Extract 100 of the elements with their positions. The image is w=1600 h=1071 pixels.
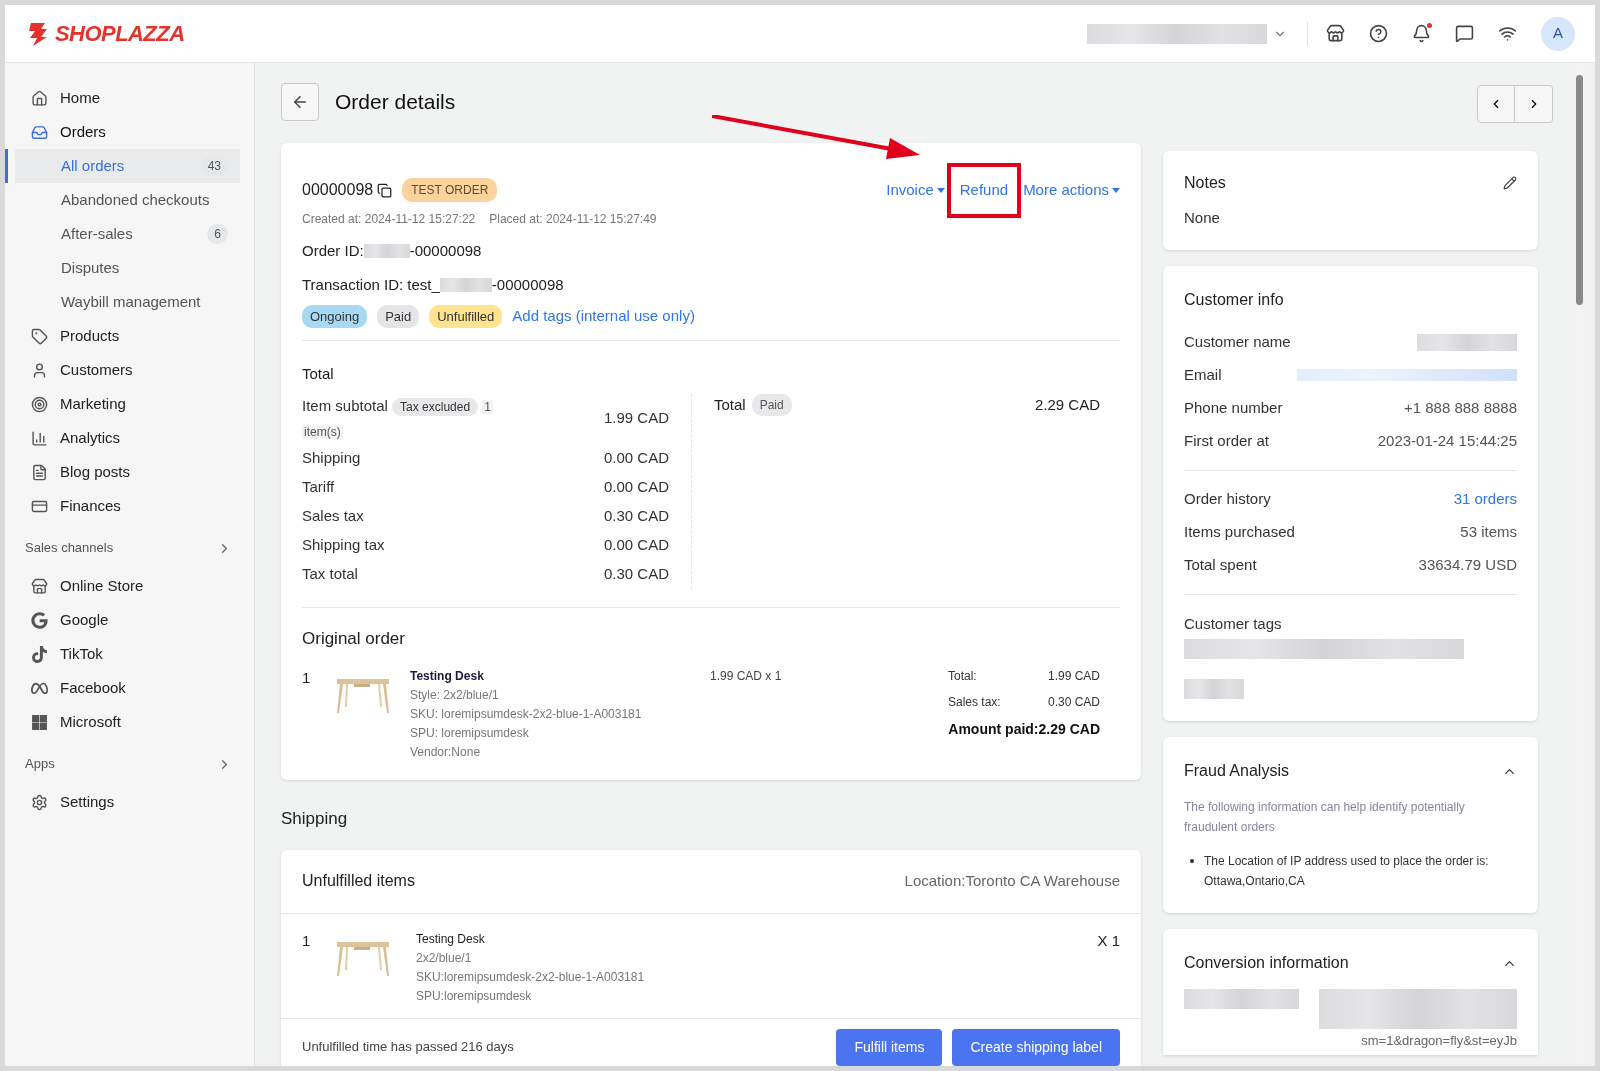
section-title: Original order: [302, 627, 406, 650]
action-button[interactable]: Fulfill items: [836, 1028, 943, 1066]
nav-item[interactable]: Customers: [5, 353, 254, 387]
card-title: Conversion information: [1184, 953, 1349, 973]
nav-item[interactable]: Orders: [5, 115, 254, 149]
field-label: Total spent: [1184, 554, 1257, 575]
fraud-detail: The Location of IP address used to place the order is: Ottawa,Ontario,CA: [1204, 853, 1490, 890]
item-quantity: 1: [302, 930, 312, 951]
card-title: Notes: [1184, 173, 1226, 193]
row-label: Tax total: [302, 563, 358, 584]
card-title: Fraud Analysis: [1184, 761, 1289, 781]
nav-subitem[interactable]: After-sales: [15, 222, 208, 246]
copy-icon[interactable]: [377, 182, 393, 198]
product-detail: SPU:loremipsumdesk: [416, 987, 533, 1005]
redacted-block: [1184, 679, 1244, 699]
order-number: 00000098: [302, 180, 374, 201]
action-link[interactable]: More actions: [1023, 179, 1120, 202]
order-id-label: Order ID:: [302, 240, 364, 261]
nav-item[interactable]: Products: [5, 319, 254, 353]
tax-badge: Tax excluded: [392, 397, 479, 416]
status-tag: Unfulfilled: [429, 304, 503, 328]
caret-icon: [936, 187, 945, 193]
add-tags-link[interactable]: Add tags (internal use only): [512, 305, 695, 328]
nav-item[interactable]: Online Store: [5, 569, 254, 603]
product-detail: SKU:loremipsumdesk-2x2-blue-1-A003181: [416, 968, 645, 986]
store-icon[interactable]: [1326, 24, 1345, 43]
home-icon: [31, 89, 48, 107]
product-name: Testing Desk: [410, 668, 485, 685]
tag-icon: [31, 327, 48, 345]
total-value: 2.29 CAD: [1034, 394, 1100, 415]
field-label: Order history: [1184, 488, 1271, 509]
bell-icon[interactable]: [1412, 24, 1431, 43]
row-label: Sales tax: [302, 505, 364, 526]
unit-price: 1.99 CAD x 1: [710, 668, 782, 685]
test-order-badge: TEST ORDER: [402, 178, 498, 203]
field-label: Phone number: [1184, 397, 1283, 418]
row-label: Shipping tax: [302, 534, 385, 555]
nav-item[interactable]: TikTok: [5, 637, 254, 671]
row-value: 0.00 CAD: [603, 447, 669, 468]
product-detail: SKU: loremipsumdesk-2x2-blue-1-A003181: [410, 706, 643, 723]
chat-icon[interactable]: [1455, 24, 1474, 43]
product-name: Testing Desk: [416, 930, 486, 948]
nav-item[interactable]: Google: [5, 603, 254, 637]
avatar[interactable]: A: [1541, 16, 1575, 51]
summary-value: 1.99 CAD: [1047, 668, 1100, 685]
row-label: Tariff: [302, 476, 335, 497]
field-label: Items purchased: [1184, 521, 1295, 542]
redacted-block: [439, 278, 492, 293]
amount-paid: Amount paid:2.29 CAD: [948, 720, 1100, 739]
nav-subitem[interactable]: Abandoned checkouts: [15, 188, 240, 212]
back-button[interactable]: [281, 83, 319, 121]
action-link[interactable]: Invoice: [886, 179, 945, 202]
total-heading: Total: [302, 364, 335, 384]
nav-item[interactable]: Facebook: [5, 671, 254, 705]
target-icon: [31, 395, 48, 413]
transaction-id-value: -00000098: [491, 275, 564, 295]
nav-item[interactable]: Analytics: [5, 421, 254, 455]
inbox-icon: [31, 123, 48, 141]
action-link[interactable]: Refund: [946, 163, 1022, 218]
field-value: 53 items: [1460, 521, 1517, 542]
settings-icon: [31, 793, 48, 811]
field-label: Customer name: [1184, 331, 1291, 352]
field-value: 2023-01-24 15:44:25: [1377, 430, 1517, 451]
person-icon: [31, 361, 48, 379]
row-value: 0.00 CAD: [603, 476, 669, 497]
nav-subitem[interactable]: Disputes: [15, 256, 240, 280]
wifi-icon[interactable]: [1498, 24, 1517, 43]
section-heading: Sales channels: [25, 539, 114, 558]
location-text: Location:Toronto CA Warehouse: [904, 870, 1120, 891]
brand-name: SHOPLAZZA: [55, 20, 185, 48]
nav-item[interactable]: Microsoft: [5, 705, 254, 739]
paid-badge: Paid: [751, 393, 792, 416]
nav-subitem[interactable]: All orders: [15, 154, 201, 178]
field-label: First order at: [1184, 430, 1270, 451]
nav-item[interactable]: Home: [5, 81, 254, 115]
product-detail: Style: 2x2/blue/1: [410, 687, 500, 704]
nav-item[interactable]: Settings: [5, 785, 254, 819]
field-label: Email: [1184, 364, 1222, 385]
card-title: Customer info: [1184, 289, 1285, 310]
item-quantity: 1: [302, 668, 312, 688]
action-button[interactable]: Create shipping label: [952, 1028, 1120, 1066]
product-detail: Vendor:None: [410, 744, 482, 761]
row-label: Shipping: [302, 447, 361, 468]
nav-subitem[interactable]: Waybill management: [15, 290, 240, 314]
edit-icon[interactable]: [1503, 176, 1517, 190]
ordered-quantity: X 1: [1097, 930, 1120, 951]
conversion-text: sm=1&dragon=fly&st=eyJb: [1361, 1032, 1517, 1050]
card-title: Unfulfilled items: [302, 871, 415, 891]
orders-link[interactable]: 31 orders: [1453, 487, 1517, 511]
tiktok-icon: [31, 645, 48, 663]
microsoft-icon: [31, 713, 48, 731]
nav-item[interactable]: Blog posts: [5, 455, 254, 489]
row-value: 0.00 CAD: [603, 534, 669, 555]
nav-item[interactable]: Marketing: [5, 387, 254, 421]
help-icon[interactable]: [1369, 24, 1388, 43]
row-value: 0.30 CAD: [603, 505, 669, 526]
nav-item[interactable]: Finances: [5, 489, 254, 523]
fraud-description: The following information can help identify potentially fraudulent orders: [1184, 799, 1466, 836]
field-label: Customer tags: [1184, 613, 1283, 634]
total-label: Total: [714, 394, 746, 415]
